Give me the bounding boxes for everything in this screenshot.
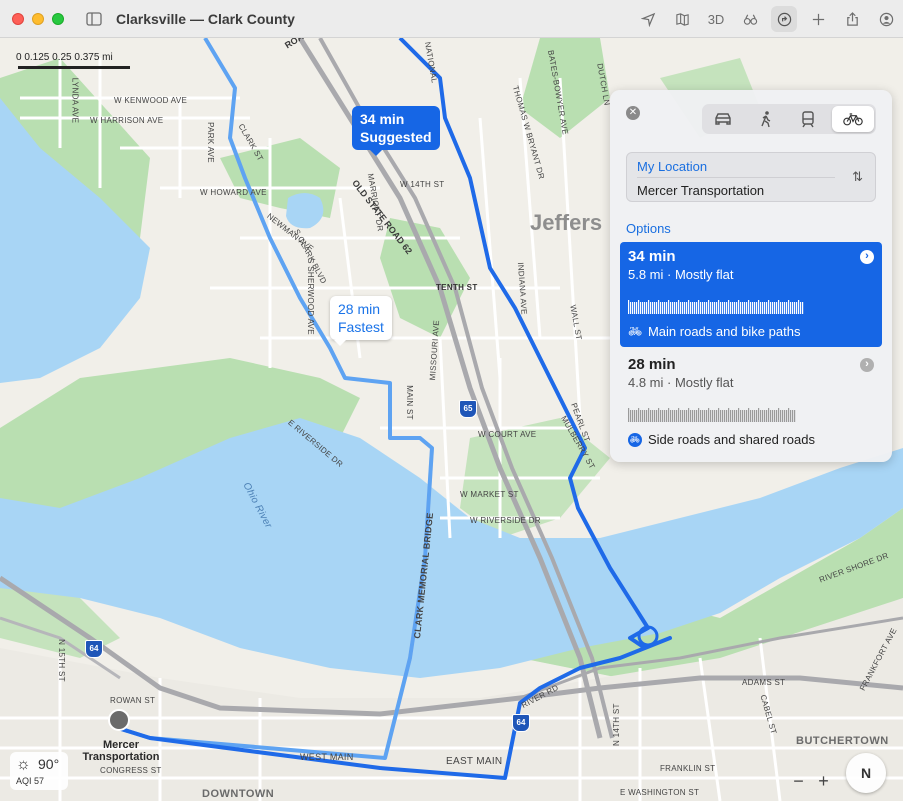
- weather-widget[interactable]: ☼ 90° AQI 57: [10, 752, 68, 790]
- interstate-shield: 65: [459, 400, 477, 418]
- road-label: S SHERWOOD AVE: [305, 258, 315, 335]
- road-label: W RIVERSIDE DR: [470, 516, 541, 525]
- transport-mode-selector: [702, 104, 876, 134]
- air-quality: AQI 57: [16, 776, 45, 786]
- area-label: DOWNTOWN: [202, 788, 275, 800]
- sun-icon: ☼: [16, 756, 31, 773]
- route-summary: 4.8 mi · Mostly flat: [628, 375, 734, 390]
- scale-label: 0 0.125 0.25 0.375 mi: [16, 52, 113, 63]
- zoom-in-button[interactable]: +: [818, 771, 829, 792]
- bike-icon: 🚲︎: [628, 432, 642, 447]
- directions-panel: ✕ My Location Mercer Transportation ⇅ Op…: [610, 90, 892, 462]
- interstate-shield: 64: [512, 714, 530, 732]
- chevron-right-icon[interactable]: ›: [860, 358, 874, 372]
- road-label: PARK AVE: [205, 122, 215, 163]
- road-label: N 15TH ST: [56, 639, 66, 682]
- road-label: TENTH ST: [436, 283, 478, 292]
- bike-icon: 🚲︎: [628, 326, 642, 338]
- callout-time: 34 min: [360, 111, 405, 127]
- suggested-route-callout[interactable]: 34 min Suggested: [352, 106, 440, 156]
- close-window-button[interactable]: [12, 12, 24, 25]
- road-label: W HARRISON AVE: [90, 116, 164, 125]
- minimize-window-button[interactable]: [32, 12, 44, 25]
- look-around-icon[interactable]: [733, 6, 767, 32]
- road-label: ROWAN ST: [110, 696, 156, 705]
- callout-tag: Suggested: [360, 129, 432, 145]
- interstate-shield: 64: [85, 640, 103, 658]
- compass-icon[interactable]: N: [846, 753, 886, 793]
- fastest-route-callout[interactable]: 28 min Fastest: [330, 296, 392, 346]
- road-label: N 14TH ST: [612, 703, 621, 746]
- road-label: CONGRESS ST: [100, 766, 162, 775]
- directions-icon[interactable]: [771, 6, 797, 32]
- road-label: W HOWARD AVE: [200, 188, 267, 197]
- area-label: BUTCHERTOWN: [796, 735, 889, 747]
- scale-bar: [18, 66, 130, 69]
- destination-field[interactable]: Mercer Transportation: [637, 183, 764, 198]
- route-fields: My Location Mercer Transportation ⇅: [626, 152, 876, 202]
- road-label: FRANKLIN ST: [660, 764, 716, 773]
- road-label: W 14TH ST: [400, 180, 445, 189]
- road-label: W KENWOOD AVE: [114, 96, 188, 105]
- route-option-selected[interactable]: 34 min 5.8 mi · Mostly flat › 🚲︎ Main ro…: [620, 242, 882, 347]
- account-icon[interactable]: [869, 6, 903, 32]
- close-icon[interactable]: ✕: [626, 106, 640, 120]
- map-mode-icon[interactable]: [665, 6, 699, 32]
- route-summary: 5.8 mi · Mostly flat: [628, 267, 734, 282]
- road-label: ADAMS ST: [742, 678, 786, 687]
- zoom-window-button[interactable]: [52, 12, 64, 25]
- road-label: E WASHINGTON ST: [620, 788, 700, 797]
- route-time: 28 min: [628, 356, 676, 373]
- elevation-profile: [628, 408, 796, 422]
- destination-pin[interactable]: [108, 709, 130, 731]
- 3d-button[interactable]: 3D: [699, 6, 733, 32]
- window-controls: [12, 12, 64, 25]
- elevation-profile: [628, 300, 804, 314]
- transit-mode-icon[interactable]: [787, 104, 830, 134]
- window-title: Clarksville — Clark County: [116, 10, 295, 27]
- options-heading: Options: [626, 221, 671, 236]
- road-label: MAIN ST: [404, 385, 414, 420]
- road-label: WEST MAIN: [300, 752, 354, 762]
- add-icon[interactable]: [801, 6, 835, 32]
- swap-icon[interactable]: ⇅: [852, 169, 863, 185]
- destination-label: Mercer Transportation: [82, 739, 160, 763]
- city-label: Jeffers: [530, 210, 603, 235]
- route-option[interactable]: 28 min 4.8 mi · Mostly flat › 🚲︎ Side ro…: [620, 350, 882, 450]
- road-label: LYNDA AVE: [70, 77, 80, 124]
- sidebar-toggle-icon[interactable]: [86, 11, 102, 26]
- drive-mode-icon[interactable]: [702, 104, 745, 134]
- road-label: W MARKET ST: [460, 490, 519, 499]
- start-field[interactable]: My Location: [637, 159, 707, 174]
- road-label: W COURT AVE: [478, 430, 537, 439]
- walk-mode-icon[interactable]: [745, 104, 788, 134]
- map-view[interactable]: 0 0.125 0.25 0.375 mi W KENWOOD AVE W HA…: [0, 38, 903, 801]
- zoom-out-button[interactable]: −: [793, 771, 804, 792]
- cycle-mode-icon[interactable]: [831, 106, 874, 132]
- route-description: Main roads and bike paths: [647, 324, 801, 339]
- location-arrow-icon[interactable]: [631, 6, 665, 32]
- road-label: EAST MAIN: [446, 756, 503, 767]
- share-icon[interactable]: [835, 6, 869, 32]
- toolbar: 3D: [631, 0, 903, 38]
- chevron-right-icon[interactable]: ›: [860, 250, 874, 264]
- temperature: 90°: [38, 756, 60, 772]
- route-time: 34 min: [628, 248, 676, 265]
- callout-time: 28 min: [338, 301, 381, 317]
- route-description: Side roads and shared roads: [648, 432, 815, 447]
- zoom-controls: − +: [786, 768, 836, 794]
- callout-tag: Fastest: [338, 319, 384, 335]
